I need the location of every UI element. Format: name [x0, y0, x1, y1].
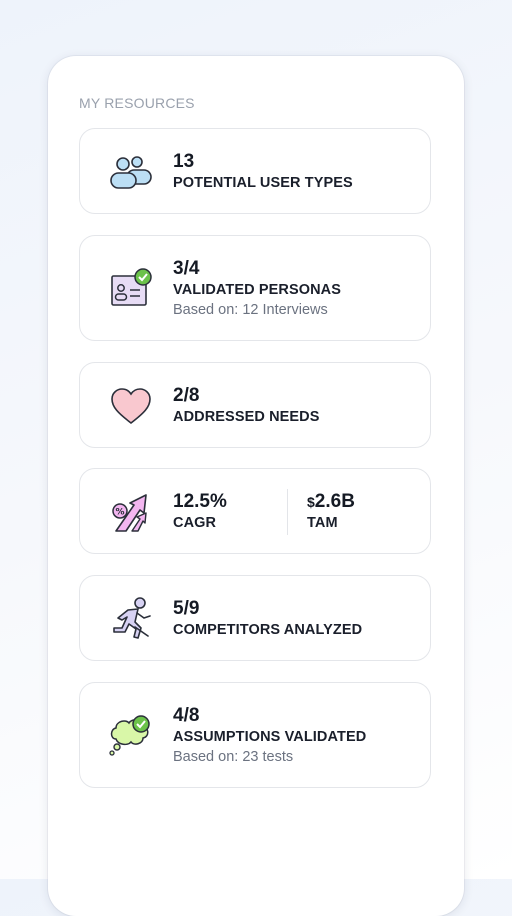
resource-card-user-types[interactable]: 13 POTENTIAL USER TYPES [79, 128, 431, 214]
id-card-check-icon [108, 266, 154, 312]
tam-currency: $ [307, 494, 315, 510]
assumptions-sub: Based on: 23 tests [173, 749, 294, 765]
resource-card-market[interactable]: % 12.5% CAGR $2.6B TAM [79, 468, 431, 554]
competitors-value: 5/9 [173, 598, 200, 619]
needs-value: 2/8 [173, 385, 200, 406]
section-title: MY RESOURCES [79, 95, 195, 111]
runner-icon [108, 596, 154, 642]
resource-card-competitors[interactable]: 5/9 COMPETITORS ANALYZED [79, 575, 431, 661]
personas-label: VALIDATED PERSONAS [173, 282, 342, 298]
growth-arrow-icon: % [108, 489, 154, 535]
users-icon [108, 149, 154, 195]
tam-label: TAM [307, 515, 338, 531]
cagr-value: 12.5% [173, 491, 227, 512]
resource-card-personas[interactable]: 3/4 VALIDATED PERSONAS Based on: 12 Inte… [79, 235, 431, 341]
competitors-label: COMPETITORS ANALYZED [173, 622, 363, 638]
tam-value: 2.6B [314, 491, 355, 512]
resources-panel: MY RESOURCES 13 POTENTIAL USER TYPES 3/4… [48, 56, 464, 916]
assumptions-value: 4/8 [173, 705, 200, 726]
user-types-value: 13 [173, 151, 195, 172]
divider [287, 489, 288, 535]
resource-card-assumptions[interactable]: 4/8 ASSUMPTIONS VALIDATED Based on: 23 t… [79, 682, 431, 788]
needs-label: ADDRESSED NEEDS [173, 409, 320, 425]
user-types-label: POTENTIAL USER TYPES [173, 175, 353, 191]
personas-value: 3/4 [173, 258, 200, 279]
svg-text:%: % [115, 508, 124, 518]
assumptions-label: ASSUMPTIONS VALIDATED [173, 729, 367, 745]
cagr-label: CAGR [173, 515, 217, 531]
personas-sub: Based on: 12 Interviews [173, 302, 328, 318]
thought-bubble-check-icon [108, 713, 154, 759]
heart-icon [108, 383, 154, 429]
resource-card-needs[interactable]: 2/8 ADDRESSED NEEDS [79, 362, 431, 448]
